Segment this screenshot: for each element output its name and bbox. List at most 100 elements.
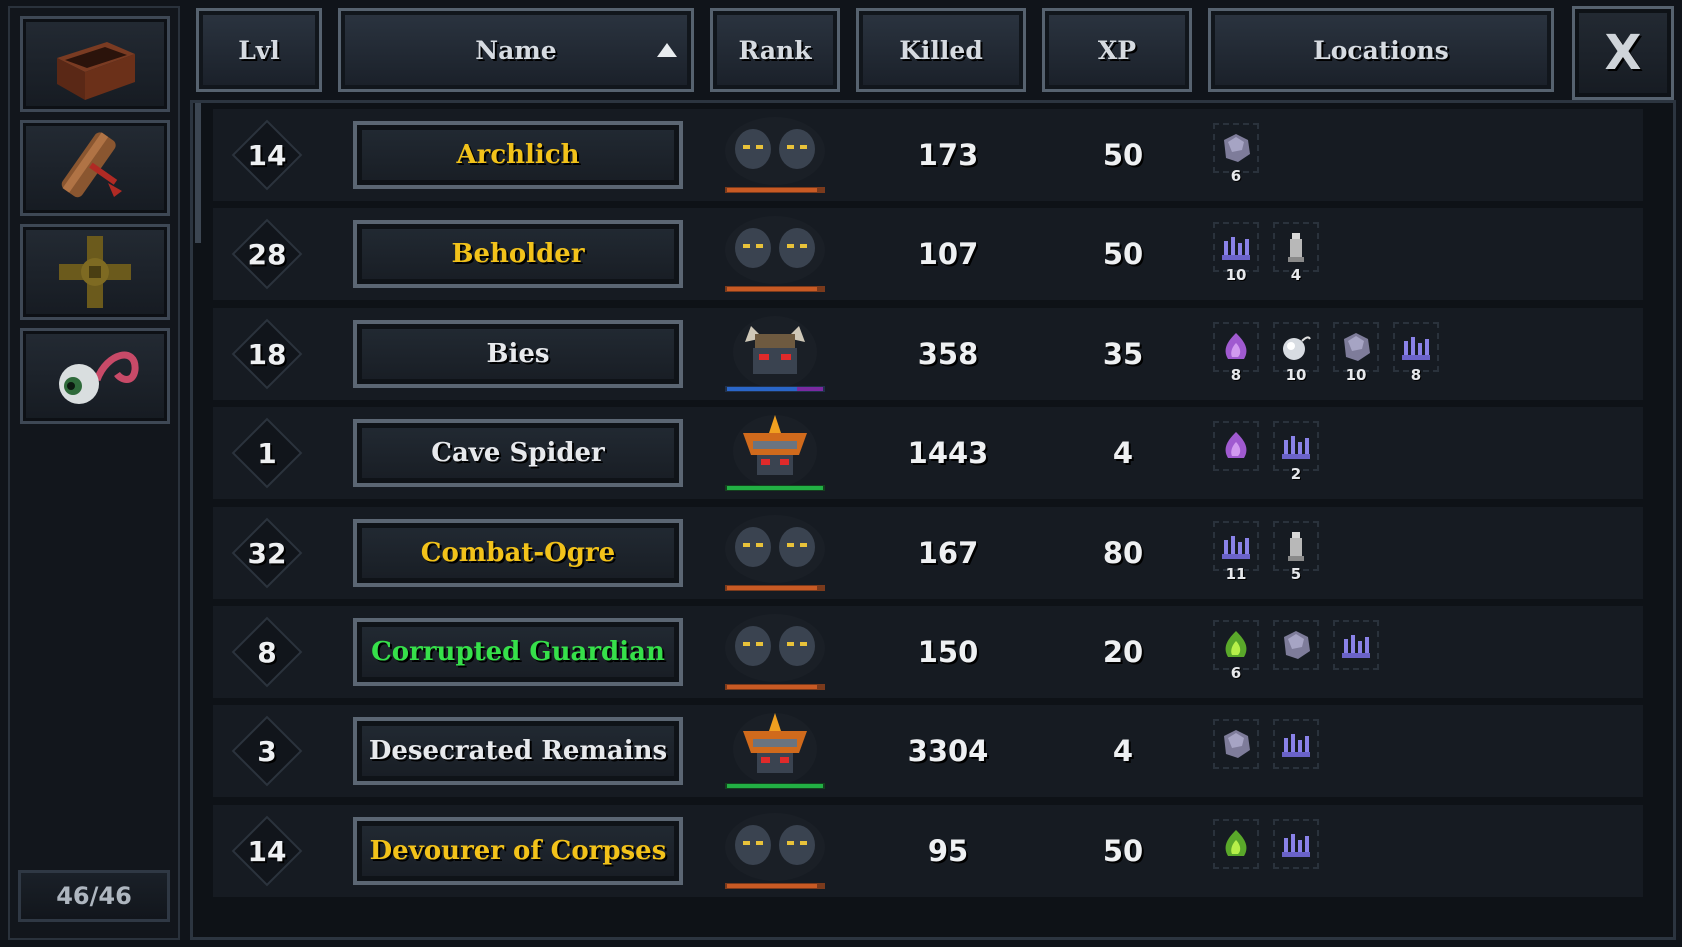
monster-row[interactable]: 32 Combat-Ogre 167 80 11 5 bbox=[213, 507, 1643, 599]
level-badge: 32 bbox=[231, 517, 303, 589]
crystal-icon[interactable]: 11 bbox=[1213, 521, 1259, 583]
crystal-icon[interactable]: 10 bbox=[1213, 222, 1259, 284]
rank-portrait-icon bbox=[715, 511, 835, 595]
green-flame-icon[interactable]: 6 bbox=[1213, 620, 1259, 682]
location-count: 5 bbox=[1290, 565, 1302, 583]
bomb-icon[interactable]: 10 bbox=[1273, 322, 1319, 384]
location-list: 2 bbox=[1213, 421, 1319, 491]
column-header-name[interactable]: Name bbox=[338, 8, 694, 92]
cross-icon bbox=[59, 236, 131, 308]
rank-portrait-icon bbox=[715, 312, 835, 396]
monster-name[interactable]: Beholder bbox=[353, 220, 683, 288]
rock-icon[interactable] bbox=[1213, 719, 1259, 769]
chest-icon bbox=[57, 42, 135, 100]
level-value: 14 bbox=[247, 834, 287, 868]
crystal-icon[interactable]: 8 bbox=[1393, 322, 1439, 384]
column-header-killed[interactable]: Killed bbox=[856, 8, 1026, 92]
monster-name[interactable]: Bies bbox=[353, 320, 683, 388]
rock-icon[interactable]: 10 bbox=[1333, 322, 1379, 384]
crystal-icon[interactable] bbox=[1273, 819, 1319, 869]
location-count: 10 bbox=[1285, 366, 1307, 384]
cross-category-button[interactable] bbox=[20, 224, 170, 320]
monster-name[interactable]: Archlich bbox=[353, 121, 683, 189]
rank-portrait-icon bbox=[715, 113, 835, 197]
flame-icon[interactable]: 8 bbox=[1213, 322, 1259, 384]
category-sidebar: 46/46 bbox=[8, 6, 180, 940]
location-count: 8 bbox=[1410, 366, 1422, 384]
level-value: 8 bbox=[257, 635, 277, 669]
killed-count: 3304 bbox=[907, 734, 989, 768]
level-value: 28 bbox=[247, 237, 287, 271]
rank-portrait-icon bbox=[715, 212, 835, 296]
level-badge: 14 bbox=[231, 815, 303, 887]
monster-row[interactable]: 14 Devourer of Corpses 95 50 bbox=[213, 805, 1643, 897]
rock-icon[interactable] bbox=[1273, 620, 1319, 670]
monster-row[interactable]: 1 Cave Spider 1443 4 2 bbox=[213, 407, 1643, 499]
xp-value: 35 bbox=[1102, 337, 1144, 371]
xp-value: 80 bbox=[1102, 536, 1144, 570]
entry-counter: 46/46 bbox=[18, 870, 170, 922]
column-header-xp[interactable]: XP bbox=[1042, 8, 1192, 92]
flame-icon[interactable] bbox=[1213, 421, 1259, 471]
crystal-icon[interactable]: 2 bbox=[1273, 421, 1319, 483]
monster-row[interactable]: 8 Corrupted Guardian 150 20 6 bbox=[213, 606, 1643, 698]
monster-row[interactable]: 28 Beholder 107 50 10 4 bbox=[213, 208, 1643, 300]
list-scrollbar[interactable] bbox=[195, 103, 201, 243]
level-badge: 18 bbox=[231, 318, 303, 390]
level-badge: 1 bbox=[231, 417, 303, 489]
location-count: 8 bbox=[1230, 366, 1242, 384]
column-header-lvl[interactable]: Lvl bbox=[196, 8, 322, 92]
tower-icon[interactable]: 4 bbox=[1273, 222, 1319, 284]
level-value: 3 bbox=[257, 734, 277, 768]
level-value: 1 bbox=[257, 436, 277, 470]
xp-value: 4 bbox=[1112, 734, 1134, 768]
xp-value: 4 bbox=[1112, 436, 1134, 470]
location-list: 11 5 bbox=[1213, 521, 1319, 591]
location-list: 10 4 bbox=[1213, 222, 1319, 292]
xp-value: 50 bbox=[1102, 138, 1144, 172]
close-button[interactable]: X bbox=[1572, 6, 1674, 100]
monster-row[interactable]: 14 Archlich 173 50 6 bbox=[213, 109, 1643, 201]
green-flame-icon[interactable] bbox=[1213, 819, 1259, 869]
crystal-icon[interactable] bbox=[1333, 620, 1379, 670]
killed-count: 95 bbox=[927, 834, 969, 868]
monster-name[interactable]: Combat-Ogre bbox=[353, 519, 683, 587]
tower-icon[interactable]: 5 bbox=[1273, 521, 1319, 583]
eyeball-category-button[interactable] bbox=[20, 328, 170, 424]
killed-count: 167 bbox=[917, 536, 979, 570]
level-badge: 14 bbox=[231, 119, 303, 191]
scroll-category-button[interactable] bbox=[20, 120, 170, 216]
level-badge: 3 bbox=[231, 715, 303, 787]
monster-row[interactable]: 3 Desecrated Remains 3304 4 bbox=[213, 705, 1643, 797]
location-list: 8 10 10 8 bbox=[1213, 322, 1439, 392]
column-header-locations[interactable]: Locations bbox=[1208, 8, 1554, 92]
location-count: 6 bbox=[1230, 664, 1242, 682]
sort-ascending-icon bbox=[657, 43, 677, 57]
location-count: 11 bbox=[1225, 565, 1247, 583]
monster-name[interactable]: Desecrated Remains bbox=[353, 717, 683, 785]
location-count: 6 bbox=[1230, 167, 1242, 185]
killed-count: 150 bbox=[917, 635, 979, 669]
crystal-icon[interactable] bbox=[1273, 719, 1319, 769]
killed-count: 173 bbox=[917, 138, 979, 172]
level-value: 14 bbox=[247, 138, 287, 172]
location-count: 10 bbox=[1225, 266, 1247, 284]
eyeball-icon bbox=[59, 351, 139, 404]
location-list: 6 bbox=[1213, 123, 1259, 193]
level-value: 32 bbox=[247, 536, 287, 570]
chest-category-button[interactable] bbox=[20, 16, 170, 112]
xp-value: 50 bbox=[1102, 237, 1144, 271]
column-header-rank[interactable]: Rank bbox=[710, 8, 840, 92]
killed-count: 107 bbox=[917, 237, 979, 271]
location-count: 2 bbox=[1290, 465, 1302, 483]
location-count: 4 bbox=[1290, 266, 1302, 284]
monster-name[interactable]: Corrupted Guardian bbox=[353, 618, 683, 686]
monster-list[interactable]: 14 Archlich 173 50 6 28 Beholder 107 50 10 4 18 Bies… bbox=[190, 100, 1676, 940]
xp-value: 50 bbox=[1102, 834, 1144, 868]
rank-portrait-icon bbox=[715, 709, 835, 793]
monster-name[interactable]: Cave Spider bbox=[353, 419, 683, 487]
column-header-name-label: Name bbox=[475, 35, 557, 65]
monster-row[interactable]: 18 Bies 358 35 8 10 10 8 bbox=[213, 308, 1643, 400]
rock-icon[interactable]: 6 bbox=[1213, 123, 1259, 185]
monster-name[interactable]: Devourer of Corpses bbox=[353, 817, 683, 885]
